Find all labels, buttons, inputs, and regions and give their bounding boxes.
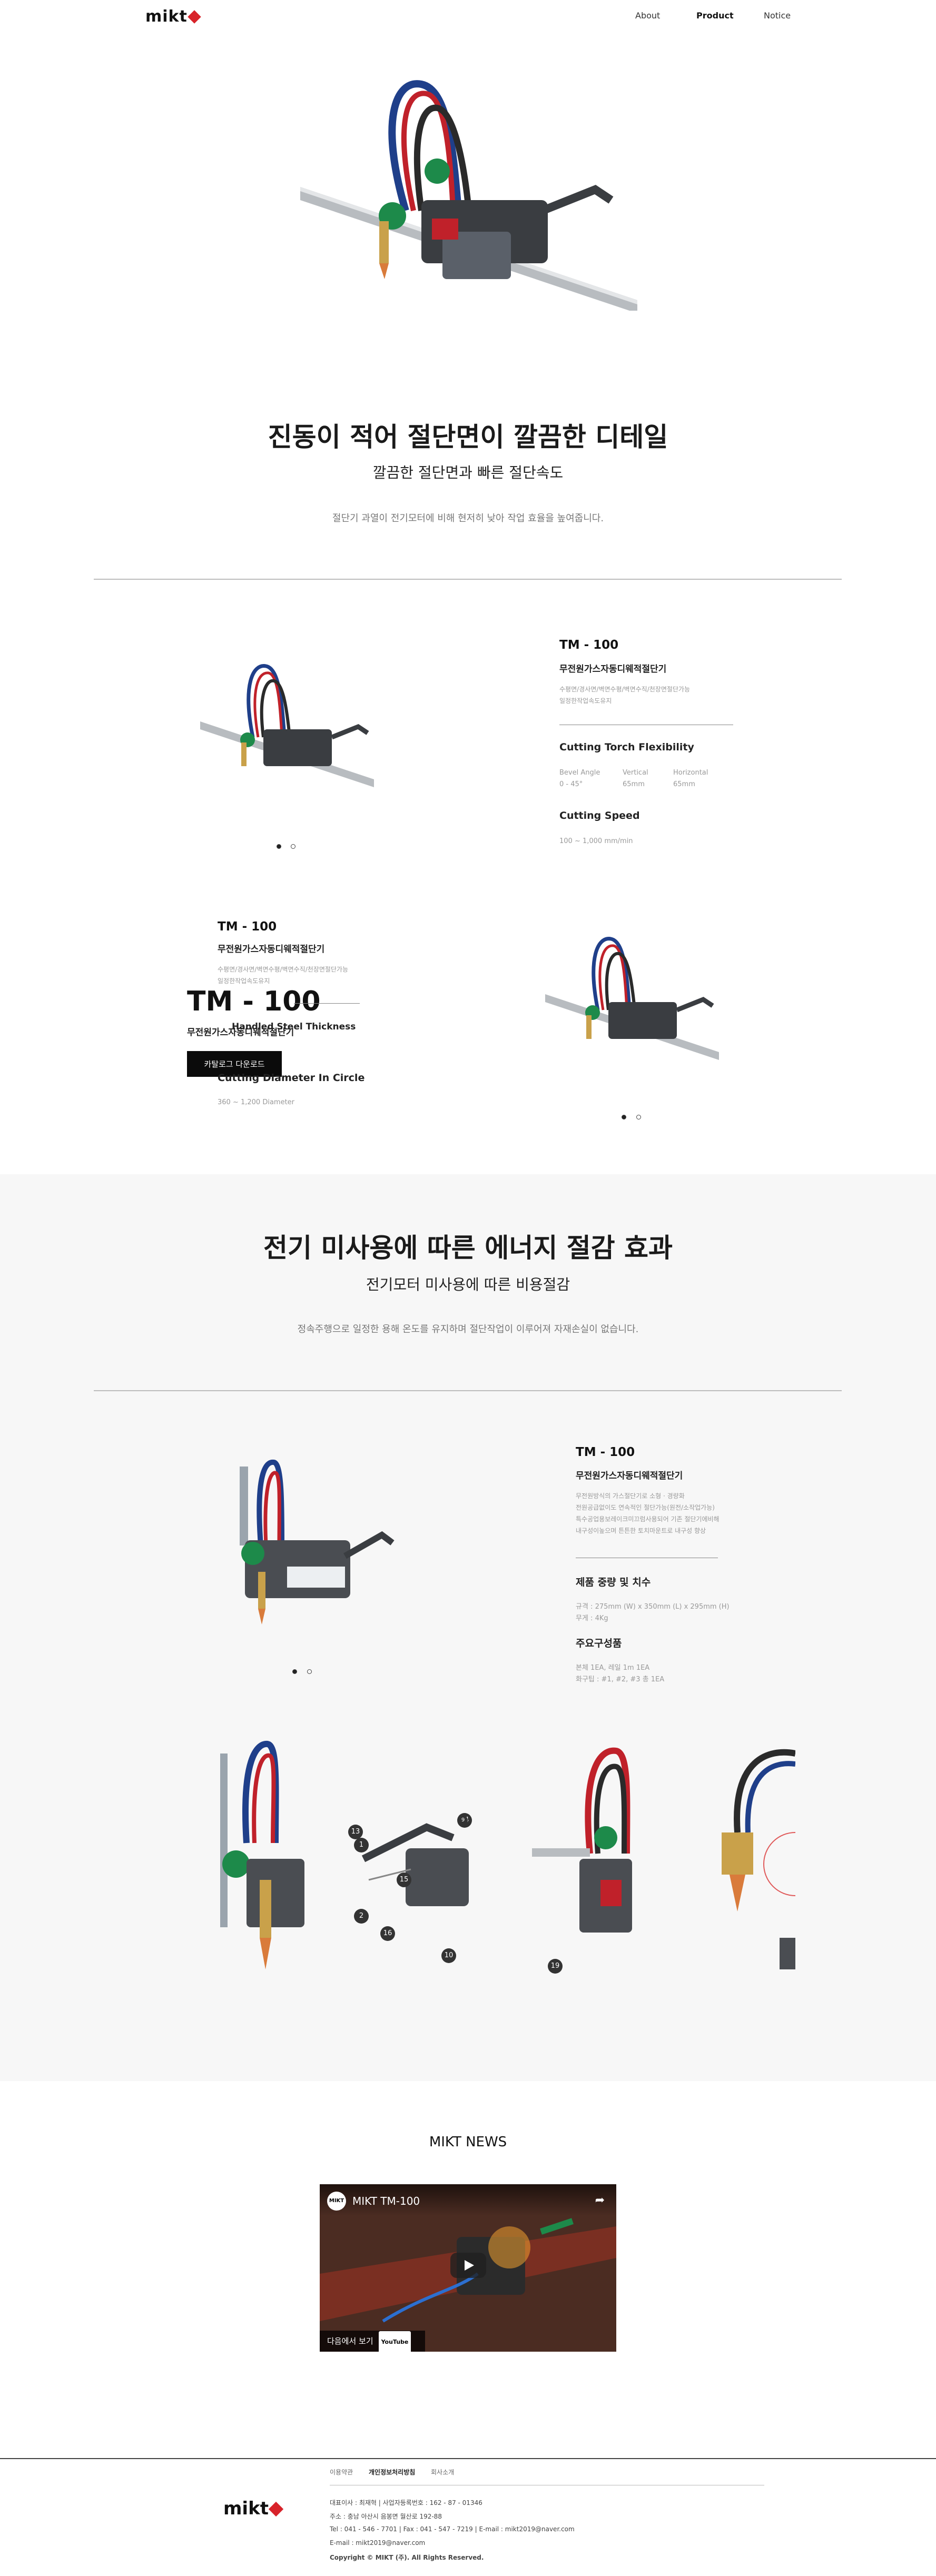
detail-image-4 (706, 1738, 796, 1980)
footer-info-ceo: 대표이사 : 최재혁 | 사업자등록번호 : 162 - 87 - 01346 (330, 2499, 482, 2506)
logo-diamond-icon (188, 10, 201, 24)
spec3-weight-title: 제품 중량 및 치수 (576, 1577, 651, 1588)
spec1-slide-dot-1[interactable] (277, 844, 281, 849)
spec3-slide-dot-2[interactable] (307, 1669, 312, 1674)
spec2-divider (294, 1003, 360, 1004)
spec1-vertical-value: 65mm (623, 780, 645, 788)
spec2-desc-line-2: 일정한작업속도유지 (218, 977, 270, 985)
spec2-slide-dot-2[interactable] (636, 1115, 641, 1119)
spec2-overlay-model: TM - 100 (187, 986, 321, 1017)
footer-info-address: 주소 : 충남 아산시 음봉면 월산로 192-88 (330, 2513, 442, 2520)
detail-image-1 (215, 1738, 308, 1980)
spec1-speed-value: 100 ~ 1,000 mm/min (559, 837, 633, 845)
video-title[interactable]: MIKT TM-100 (352, 2195, 420, 2207)
section1-title: 진동이 적어 절단면이 깔끔한 디테일 (268, 422, 668, 452)
section2-divider (94, 1390, 842, 1391)
nav-product[interactable]: Product (696, 11, 734, 21)
news-video-player[interactable]: MIKT MIKT TM-100 ➦ 다음에서 보기 YouTube (320, 2184, 616, 2352)
spec2-name: 무전원가스자동디웨적절단기 (218, 944, 325, 955)
callout-1: 1 (354, 1838, 369, 1852)
callout-19: 19 (548, 1959, 563, 1974)
watch-on-youtube-button[interactable]: 다음에서 보기 YouTube (320, 2331, 425, 2352)
spec1-model: TM - 100 (559, 638, 619, 652)
footer-link-privacy[interactable]: 개인정보처리방침 (369, 2468, 415, 2476)
nav-about[interactable]: About (635, 11, 660, 21)
spec2-circle-value: 360 ~ 1,200 Diameter (218, 1098, 295, 1106)
detail-image-2 (348, 1775, 469, 1964)
section2-description: 정속주행으로 일정한 용해 온도를 유지하며 절단작업이 이루어져 자재손실이 … (297, 1324, 639, 1335)
spec1-flex-title: Cutting Torch Flexibility (559, 741, 694, 753)
spec3-product-image (208, 1451, 398, 1640)
spec1-name: 무전원가스자동디웨적절단기 (559, 664, 667, 675)
spec3-desc-line-4: 내구성이높으며 튼튼한 토치마운트로 내구성 향상 (576, 1527, 706, 1534)
spec1-product-image (200, 663, 374, 795)
spec1-slide-dot-2[interactable] (291, 844, 295, 849)
spec2-desc-line-1: 수평면/경사면/벽면수평/벽면수직/천장면절단가능 (218, 966, 349, 973)
spec3-desc-line-2: 전원공급없이도 연속적인 절단가능(원전/소작업가능) (576, 1504, 715, 1511)
spec1-vertical-label: Vertical (623, 769, 648, 777)
spec1-bevel-value: 0 - 45° (559, 780, 583, 788)
callout-2: 2 (354, 1909, 369, 1924)
callout-15: 15 (397, 1872, 411, 1887)
spec3-model: TM - 100 (576, 1445, 635, 1459)
spec2-model: TM - 100 (218, 920, 277, 934)
section1-subtitle: 깔끔한 절단면과 빠른 절단속도 (372, 464, 564, 481)
share-icon[interactable]: ➦ (595, 2194, 605, 2207)
footer-info-email: E-mail : mikt2019@naver.com (330, 2539, 426, 2547)
section2-subtitle: 전기모터 미사용에 따른 비용절감 (366, 1276, 570, 1293)
spec2-product-image (545, 936, 719, 1068)
nav-notice[interactable]: Notice (764, 11, 791, 21)
news-title: MIKT NEWS (429, 2134, 507, 2150)
callout-10: 10 (441, 1948, 456, 1963)
spec1-horizontal-label: Horizontal (673, 769, 708, 777)
footer-link-terms[interactable]: 이용약관 (330, 2468, 353, 2476)
footer-logo[interactable]: mikt (223, 2498, 284, 2519)
spec3-parts-line-1: 본체 1EA, 레일 1m 1EA (576, 1664, 650, 1672)
spec1-horizontal-value: 65mm (673, 780, 695, 788)
spec2-thickness-title: Handled Steel Thickness (232, 1022, 356, 1032)
spec3-name: 무전원가스자동디웨적절단기 (576, 1471, 683, 1481)
section2-title: 전기 미사용에 따른 에너지 절감 효과 (263, 1233, 673, 1263)
spec1-bevel-label: Bevel Angle (559, 769, 600, 777)
spec1-desc-line-1: 수평면/경사면/벽면수평/벽면수직/천장면절단가능 (559, 686, 691, 693)
section1-divider (94, 579, 842, 580)
channel-avatar[interactable]: MIKT (327, 2192, 346, 2211)
footer-logo-diamond-icon (268, 2501, 284, 2517)
section1-description: 절단기 과열이 전기모터에 비해 현저히 낮아 작업 효율을 높여줍니다. (332, 513, 604, 524)
spec3-desc-line-3: 특수공업용보레이크미끄럼사용되어 기존 절단기에비해 (576, 1515, 720, 1523)
footer-link-about[interactable]: 회사소개 (431, 2468, 454, 2476)
callout-9: 9 (458, 1816, 468, 1825)
play-button-icon[interactable] (450, 2253, 486, 2278)
footer-info-contact: Tel : 041 - 546 - 7701 | Fax : 041 - 547… (330, 2525, 575, 2533)
spec3-parts-title: 주요구성품 (576, 1638, 622, 1649)
youtube-logo-icon: YouTube (378, 2331, 411, 2352)
site-logo[interactable]: mikt (145, 7, 201, 26)
spec3-weight-line-2: 무게 : 4Kg (576, 1614, 608, 1622)
footer-top-border (0, 2458, 936, 2459)
footer-copyright: Copyright © MIKT (주). All Rights Reserve… (330, 2554, 484, 2561)
callout-16: 16 (380, 1926, 395, 1941)
site-header: mikt About Product Notice (0, 0, 936, 34)
spec1-desc-line-2: 일정한작업속도유지 (559, 697, 612, 705)
detail-image-3 (532, 1738, 632, 1980)
callout-13: 13 (348, 1825, 363, 1839)
spec3-slide-dot-1[interactable] (292, 1669, 297, 1674)
spec3-parts-line-2: 화구팁 : #1, #2, #3 총 1EA (576, 1676, 665, 1683)
spec2-slide-dot-1[interactable] (622, 1115, 626, 1119)
spec3-weight-line-1: 규격 : 275mm (W) x 350mm (L) x 295mm (H) (576, 1603, 730, 1611)
spec3-desc-line-1: 무전원방식의 가스절단기로 소형 · 경량화 (576, 1492, 685, 1500)
spec2-circle-title: Cutting Diameter In Circle (218, 1072, 365, 1084)
hero-machine-image (300, 79, 637, 313)
spec1-speed-title: Cutting Speed (559, 810, 640, 821)
